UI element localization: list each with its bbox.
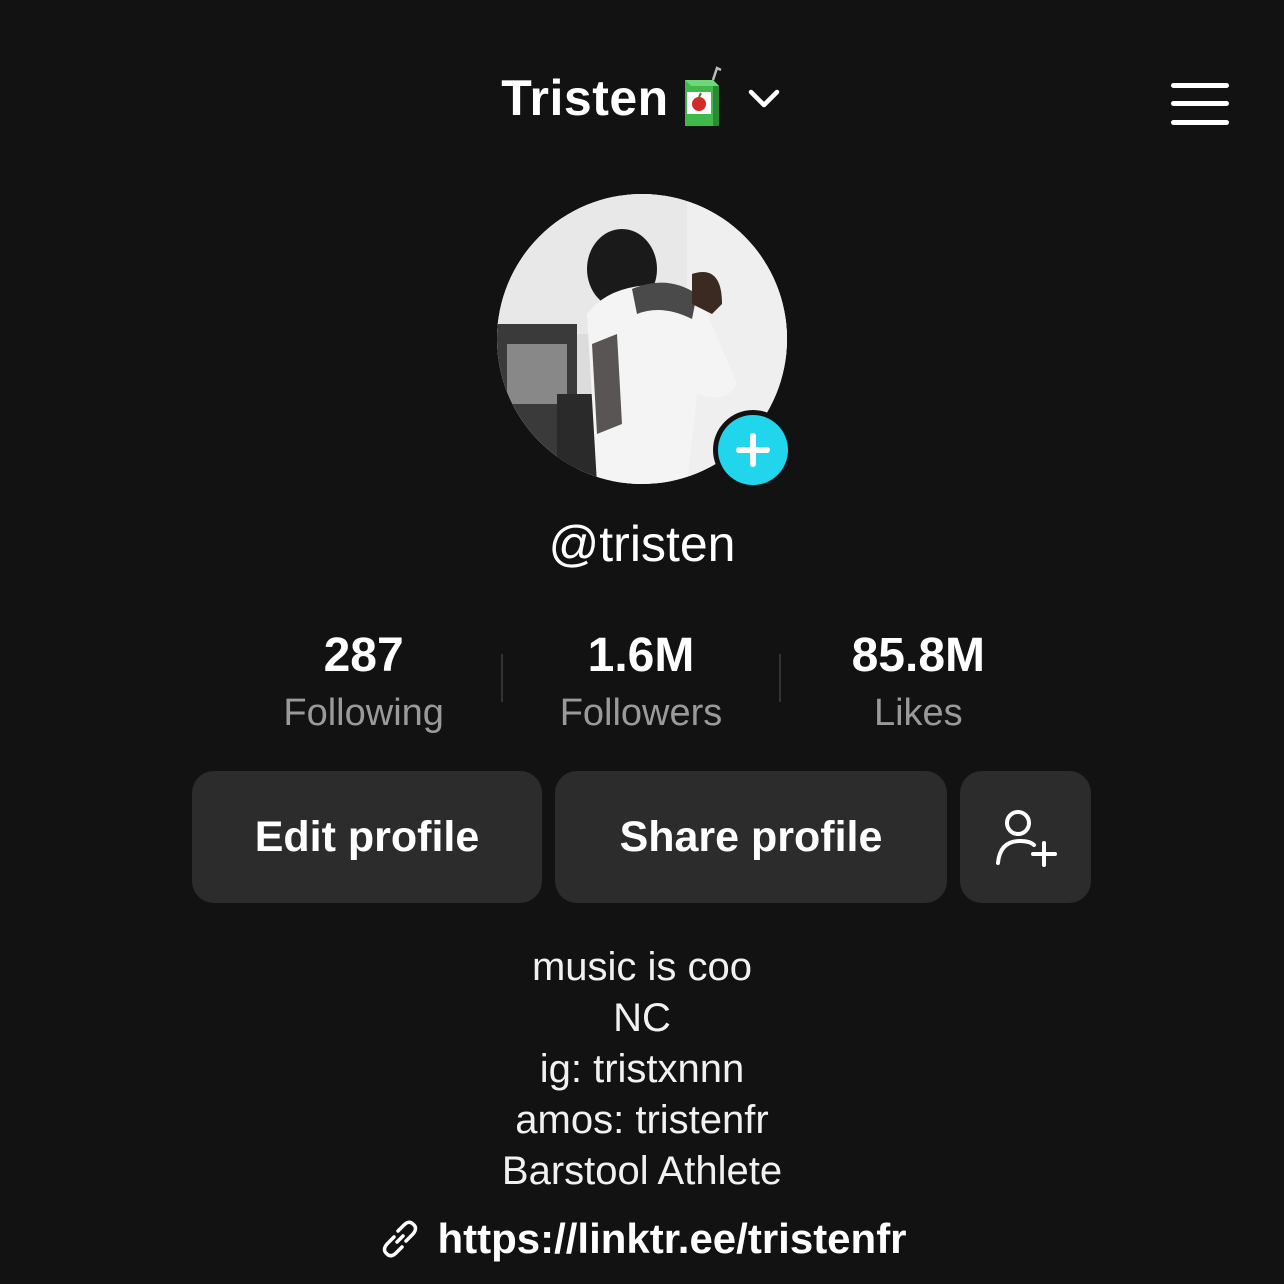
plus-icon (736, 433, 770, 467)
bio-link-url[interactable]: https://linktr.ee/tristenfr (437, 1215, 906, 1263)
stat-followers[interactable]: 1.6M Followers (503, 628, 778, 742)
bio-line: Barstool Athlete (501, 1149, 783, 1193)
bio-line: ig: tristxnnn (539, 1047, 745, 1091)
following-count: 287 (323, 629, 404, 682)
edit-profile-button[interactable]: Edit profile (192, 771, 542, 903)
add-user-icon (995, 810, 1057, 867)
profile-stats: 287 Following 1.6M Followers 85.8M Likes (226, 628, 1056, 738)
bio-link[interactable]: https://linktr.ee/tristenfr (0, 1215, 1284, 1263)
following-label: Following (283, 692, 444, 734)
avatar-container (497, 194, 793, 490)
bio-line: NC (613, 996, 671, 1040)
followers-count: 1.6M (587, 629, 695, 682)
stat-likes[interactable]: 85.8M Likes (781, 628, 1056, 742)
bio-line: amos: tristenfr (515, 1098, 769, 1142)
profile-actions: Edit profile Share profile (192, 771, 1091, 903)
hamburger-menu-icon[interactable] (1170, 80, 1230, 128)
juice-box-icon (684, 66, 722, 126)
username: @tristen (548, 516, 736, 572)
chevron-down-icon[interactable] (745, 79, 783, 117)
followers-label: Followers (559, 692, 723, 734)
likes-count: 85.8M (851, 629, 986, 682)
bio-line: music is coo (531, 945, 753, 989)
bio: music is coo NC ig: tristxnnn amos: tris… (0, 942, 1284, 1197)
link-icon (383, 1220, 418, 1258)
profile-display-name[interactable]: Tristen (501, 69, 668, 127)
likes-label: Likes (873, 692, 963, 734)
add-avatar-button[interactable] (713, 410, 793, 490)
stat-following[interactable]: 287 Following (226, 628, 501, 742)
profile-header: Tristen (0, 66, 1284, 130)
share-profile-button[interactable]: Share profile (555, 771, 947, 903)
add-friend-button[interactable] (960, 771, 1091, 903)
